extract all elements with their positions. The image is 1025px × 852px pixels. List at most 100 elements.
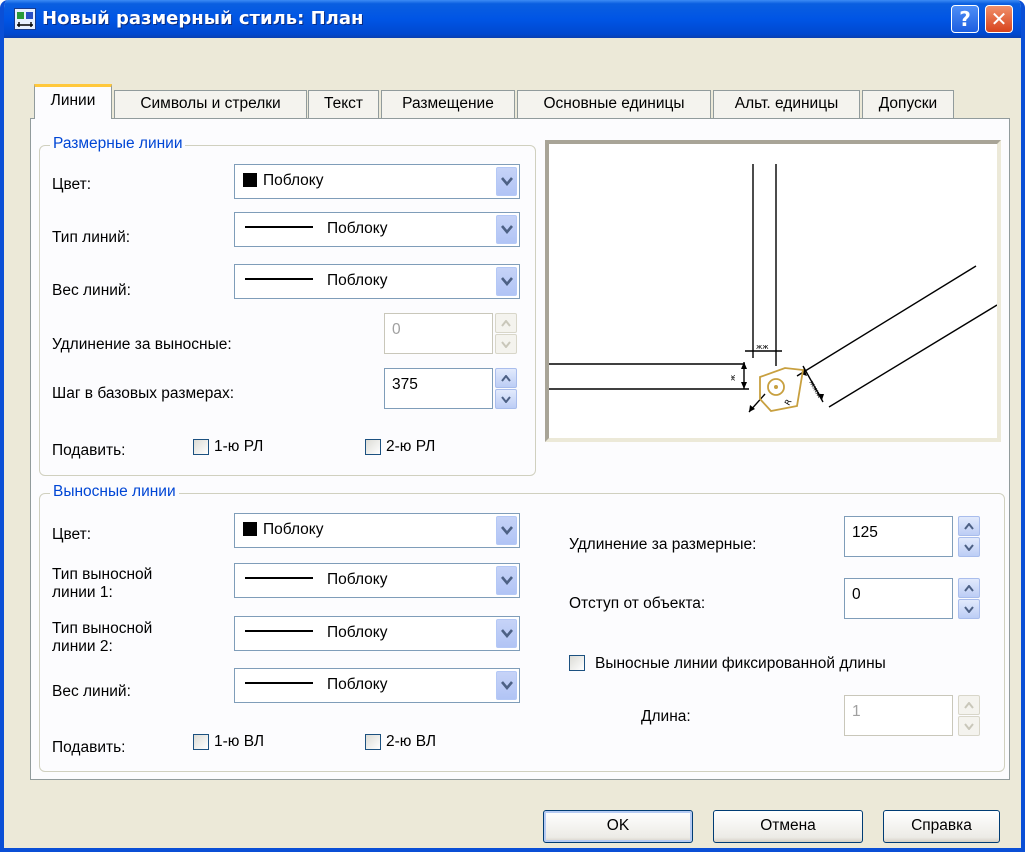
suppress-ext-line-2-checkbox[interactable]	[365, 734, 381, 750]
dim-color-value: Поблоку	[263, 172, 324, 189]
chevron-down-icon[interactable]	[496, 215, 517, 244]
length-value: 1	[852, 703, 861, 720]
spin-down-icon[interactable]	[958, 537, 980, 557]
ext-offset-input[interactable]: 0	[844, 578, 953, 619]
line-sample-icon	[245, 226, 313, 228]
spin-up-icon[interactable]	[958, 516, 980, 536]
spin-down-icon	[495, 334, 517, 354]
question-icon: ?	[959, 7, 971, 31]
dim-suppress-label: Подавить:	[52, 442, 126, 459]
dim-lines-title: Размерные линии	[50, 135, 186, 153]
ok-button[interactable]: OK	[543, 810, 693, 843]
help-title-button[interactable]: ?	[951, 5, 979, 33]
suppress-ext-line-1-label: 1-ю ВЛ	[214, 733, 265, 750]
ext-color-select[interactable]: Поблоку	[234, 513, 520, 548]
spin-down-icon[interactable]	[958, 599, 980, 619]
ext-lineweight-value: Поблоку	[327, 676, 388, 693]
chevron-down-icon[interactable]	[496, 516, 517, 545]
spin-up-icon	[958, 695, 980, 715]
length-spinner	[958, 695, 980, 736]
ext-linetype2-select[interactable]: Поблоку	[234, 616, 520, 651]
tab-primary-units[interactable]: Основные единицы	[517, 90, 711, 118]
suppress-dim-line-2-checkbox[interactable]	[365, 439, 381, 455]
chevron-down-icon[interactable]	[496, 167, 517, 196]
ext-extend-spinner[interactable]	[958, 516, 980, 557]
spin-up-icon[interactable]	[958, 578, 980, 598]
fixed-length-label: Выносные линии фиксированной длины	[595, 655, 886, 672]
dim-lineweight-value: Поблоку	[327, 272, 388, 289]
suppress-ext-line-2-label: 2-ю ВЛ	[386, 733, 437, 750]
dialog-window: Новый размерный стиль: План ? ✕ Линии Си…	[0, 0, 1025, 852]
ext-lineweight-select[interactable]: Поблоку	[234, 668, 520, 703]
ext-linetype1-label-1: Тип выносной	[52, 566, 153, 583]
tab-symbols-arrows[interactable]: Символы и стрелки	[114, 90, 307, 118]
dimension-style-icon	[14, 8, 36, 30]
color-swatch-icon	[243, 522, 257, 536]
color-swatch-icon	[243, 173, 257, 187]
length-input: 1	[844, 695, 953, 736]
suppress-dim-line-2-label: 2-ю РЛ	[386, 438, 436, 455]
dim-color-select[interactable]: Поблоку	[234, 164, 520, 199]
title-bar[interactable]: Новый размерный стиль: План ? ✕	[4, 0, 1021, 38]
dim-linetype-value: Поблоку	[327, 220, 388, 237]
dim-extension-label: Удлинение за выносные:	[52, 336, 232, 353]
line-sample-icon	[245, 278, 313, 280]
tab-fit[interactable]: Размещение	[381, 90, 515, 118]
spin-down-icon	[958, 716, 980, 736]
ext-lineweight-label: Вес линий:	[52, 683, 131, 700]
ext-linetype1-value: Поблоку	[327, 571, 388, 588]
tab-alt-units[interactable]: Альт. единицы	[713, 90, 860, 118]
svg-text:жж: жж	[756, 343, 769, 351]
dimension-preview: ж жж жжж R	[545, 140, 1001, 442]
close-button[interactable]: ✕	[985, 5, 1013, 33]
dim-baseline-spinner[interactable]	[495, 368, 517, 409]
dim-linetype-select[interactable]: Поблоку	[234, 212, 520, 247]
ext-linetype1-select[interactable]: Поблоку	[234, 563, 520, 598]
window-title: Новый размерный стиль: План	[42, 8, 364, 29]
dim-baseline-label: Шаг в базовых размерах:	[52, 385, 235, 402]
dim-baseline-value: 375	[392, 376, 418, 393]
chevron-down-icon[interactable]	[496, 267, 517, 296]
ext-linetype2-label-1: Тип выносной	[52, 620, 153, 637]
chevron-down-icon[interactable]	[496, 566, 517, 595]
chevron-down-icon[interactable]	[496, 619, 517, 648]
dim-extension-input: 0	[384, 313, 493, 354]
ext-extend-input[interactable]: 125	[844, 516, 953, 557]
fixed-length-checkbox[interactable]	[569, 655, 585, 671]
length-label: Длина:	[641, 708, 691, 725]
close-icon: ✕	[990, 7, 1008, 31]
ext-extend-value: 125	[852, 524, 878, 541]
line-sample-icon	[245, 577, 313, 579]
ext-offset-value: 0	[852, 586, 861, 603]
dim-baseline-input[interactable]: 375	[384, 368, 493, 409]
ext-linetype1-label-2: линии 1:	[52, 584, 113, 601]
ext-suppress-label: Подавить:	[52, 739, 126, 756]
preview-drawing: ж жж жжж R	[549, 164, 998, 413]
ext-offset-spinner[interactable]	[958, 578, 980, 619]
line-sample-icon	[245, 682, 313, 684]
ext-lines-title: Выносные линии	[50, 483, 179, 501]
ext-linetype2-label-2: линии 2:	[52, 638, 113, 655]
dim-extension-value: 0	[392, 321, 401, 338]
chevron-down-icon[interactable]	[496, 671, 517, 700]
ext-offset-label: Отступ от объекта:	[569, 595, 706, 612]
dim-lineweight-select[interactable]: Поблоку	[234, 264, 520, 299]
ext-linetype2-value: Поблоку	[327, 624, 388, 641]
tab-text[interactable]: Текст	[308, 90, 379, 118]
suppress-ext-line-1-checkbox[interactable]	[193, 734, 209, 750]
help-button[interactable]: Справка	[883, 810, 1000, 843]
spin-up-icon	[495, 313, 517, 333]
line-sample-icon	[245, 630, 313, 632]
suppress-dim-line-1-checkbox[interactable]	[193, 439, 209, 455]
dim-lineweight-label: Вес линий:	[52, 282, 131, 299]
spin-down-icon[interactable]	[495, 389, 517, 409]
ext-color-label: Цвет:	[52, 526, 92, 543]
tab-lines[interactable]: Линии	[34, 84, 112, 119]
tab-tolerances[interactable]: Допуски	[862, 90, 954, 118]
spin-up-icon[interactable]	[495, 368, 517, 388]
dim-color-label: Цвет:	[52, 176, 92, 193]
ext-color-value: Поблоку	[263, 521, 324, 538]
cancel-button[interactable]: Отмена	[713, 810, 863, 843]
dim-extension-spinner	[495, 313, 517, 354]
dim-linetype-label: Тип линий:	[52, 229, 131, 246]
